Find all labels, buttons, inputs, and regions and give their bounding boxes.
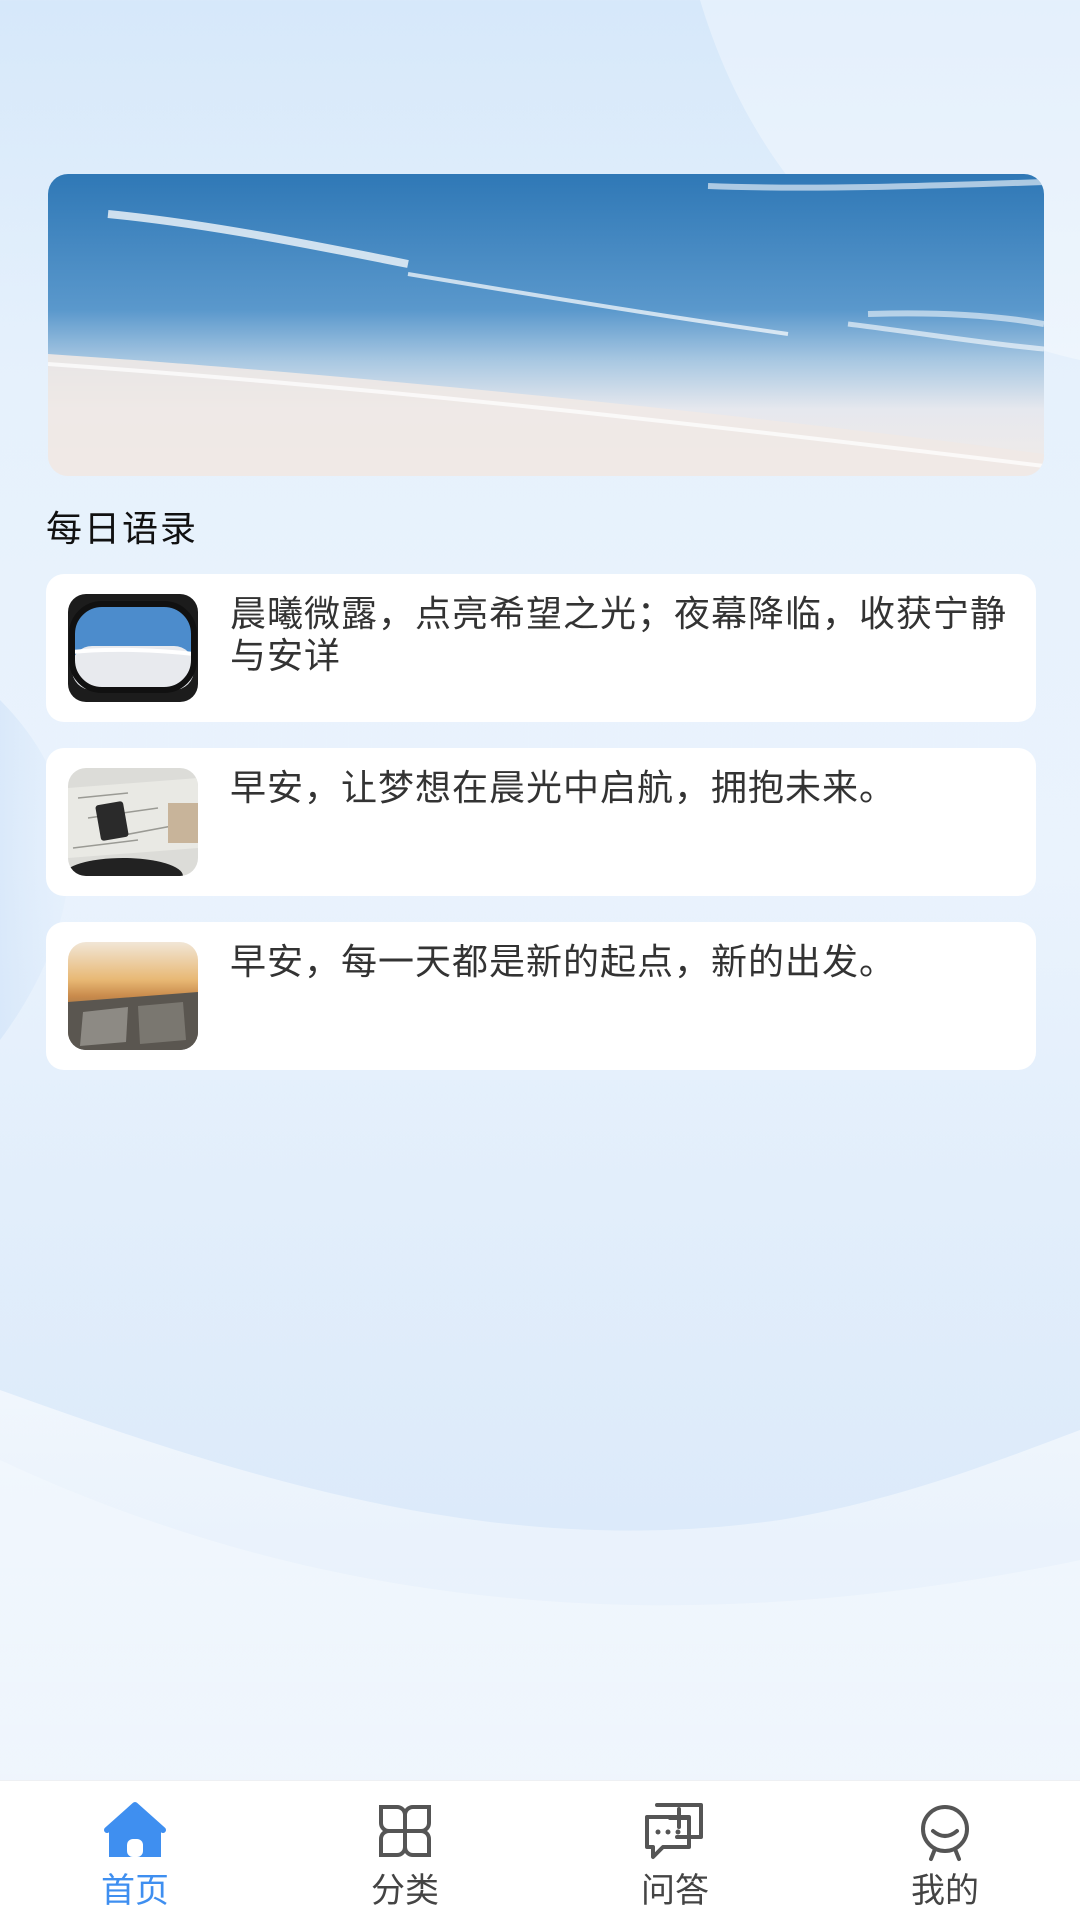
quote-card[interactable]: 早安，让梦想在晨光中启航，拥抱未来。: [46, 748, 1036, 896]
tab-label: 分类: [371, 1871, 439, 1911]
quote-thumbnail: [68, 768, 198, 876]
section-title: 每日语录: [46, 509, 199, 550]
category-icon: [379, 1805, 431, 1857]
quote-card[interactable]: 晨曦微露，点亮希望之光；夜幕降临，收获宁静与安详: [46, 574, 1036, 722]
tab-home[interactable]: 首页: [0, 1781, 270, 1920]
tab-label: 我的: [911, 1871, 979, 1911]
bottom-tab-bar: 首页 分类 问答 我的: [0, 1780, 1080, 1920]
profile-icon: [921, 1805, 969, 1861]
quote-text: 早安，每一天都是新的起点，新的出发。: [230, 942, 897, 983]
quote-card[interactable]: 早安，每一天都是新的起点，新的出发。: [46, 922, 1036, 1070]
quote-thumbnail: [68, 942, 198, 1050]
quote-text: 早安，让梦想在晨光中启航，拥抱未来。: [230, 768, 897, 809]
banner-image[interactable]: [48, 174, 1044, 476]
tab-category[interactable]: 分类: [270, 1781, 540, 1920]
quote-thumbnail: [68, 594, 198, 702]
quote-text: 晨曦微露，点亮希望之光；夜幕降临，收获宁静与安详: [230, 594, 1008, 677]
home-icon: [104, 1802, 166, 1857]
qa-icon: [645, 1803, 703, 1859]
tab-qa[interactable]: 问答: [540, 1781, 810, 1920]
tab-label: 问答: [641, 1871, 709, 1911]
tab-profile[interactable]: 我的: [810, 1781, 1080, 1920]
tab-label: 首页: [101, 1871, 169, 1911]
